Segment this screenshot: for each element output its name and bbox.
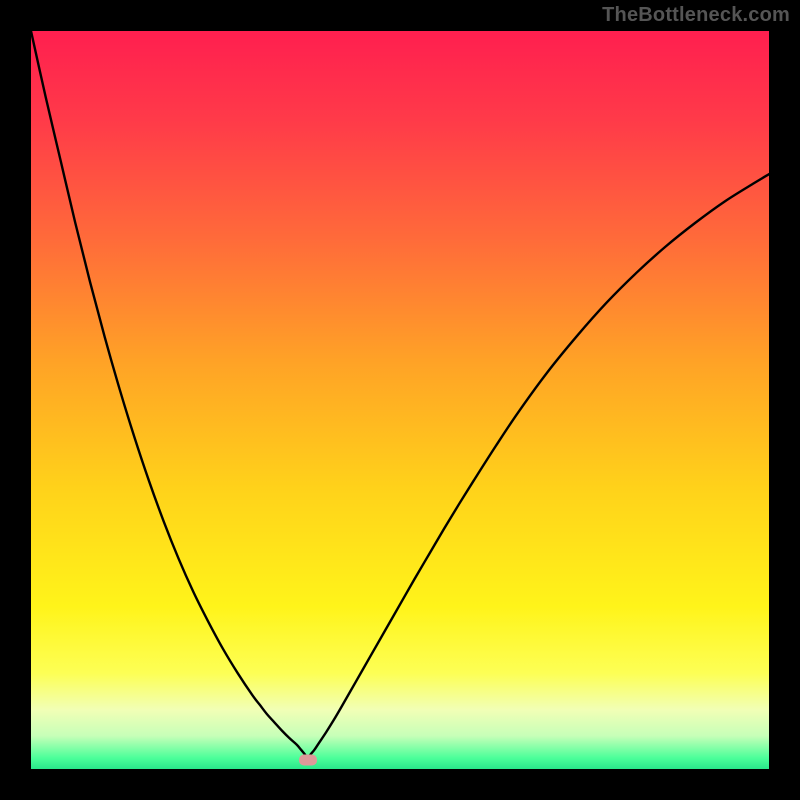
plot-svg [31, 31, 769, 769]
chart-frame: TheBottleneck.com [0, 0, 800, 800]
optimum-marker [299, 755, 317, 766]
plot-area [31, 31, 769, 769]
watermark-text: TheBottleneck.com [602, 4, 790, 27]
gradient-background [31, 31, 769, 769]
